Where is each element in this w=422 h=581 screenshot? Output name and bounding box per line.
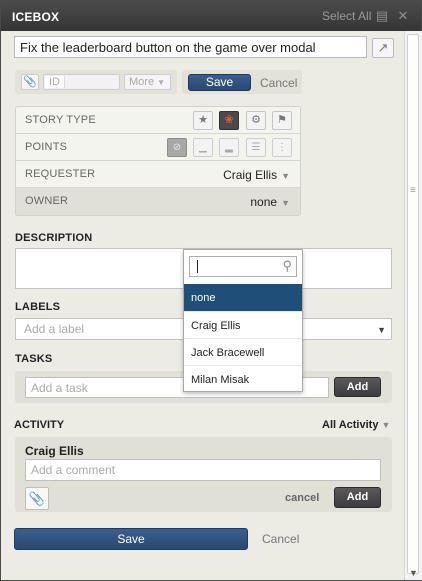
owner-select[interactable]: none ▼ <box>250 195 290 209</box>
chevron-down-icon: ▼ <box>281 171 290 181</box>
owner-label: OWNER <box>25 195 69 207</box>
save-button[interactable]: Save <box>188 74 251 91</box>
description-title: DESCRIPTION <box>15 232 93 244</box>
footer-cancel-link[interactable]: Cancel <box>262 532 299 546</box>
bug-icon[interactable]: ❀ <box>219 111 239 130</box>
story-type-label: STORY TYPE <box>25 114 96 126</box>
labels-title: LABELS <box>15 301 61 313</box>
release-flag-icon[interactable]: ⚑ <box>272 111 292 130</box>
search-icon: ⚲ <box>282 258 292 273</box>
points-label: POINTS <box>25 141 68 153</box>
five-points-icon[interactable]: ⋮ <box>272 138 292 157</box>
add-task-button[interactable]: Add <box>334 377 381 397</box>
comment-cancel-link[interactable]: cancel <box>285 492 319 504</box>
three-points-icon[interactable]: ☰ <box>246 138 266 157</box>
points-row: POINTS ⊘ ▁ ▂ ☰ ⋮ <box>16 134 300 161</box>
scrollbar[interactable]: ≡ ▼ <box>404 31 422 580</box>
comment-author: Craig Ellis <box>25 444 84 458</box>
unestimated-points-icon[interactable]: ⊘ <box>167 138 187 157</box>
id-label: ID <box>45 76 65 88</box>
owner-search-input[interactable]: ⚲ <box>189 256 297 277</box>
activity-title: ACTIVITY <box>14 419 65 431</box>
owner-option-craig-ellis[interactable]: Craig Ellis <box>184 311 302 338</box>
chevron-down-icon: ▼ <box>281 198 290 208</box>
collapse-icon[interactable]: ▤ <box>374 9 390 23</box>
chevron-down-icon: ▼ <box>157 78 166 87</box>
requester-row[interactable]: REQUESTER Craig Ellis ▼ <box>16 161 300 188</box>
story-summary-input[interactable]: Fix the leaderboard button on the game o… <box>14 36 367 58</box>
comment-area: Craig Ellis Add a comment 📎 cancel Add <box>15 437 392 512</box>
chore-gear-icon[interactable]: ⚙ <box>246 111 266 130</box>
text-cursor <box>197 260 198 273</box>
owner-dropdown: ⚲ none Craig Ellis Jack Bracewell Milan … <box>183 249 303 392</box>
expand-icon[interactable]: ↗ <box>372 38 394 58</box>
requester-value: Craig Ellis <box>223 168 278 182</box>
requester-select[interactable]: Craig Ellis ▼ <box>223 168 290 182</box>
paperclip-icon[interactable]: 📎 <box>25 487 49 510</box>
labels-placeholder: Add a label <box>24 322 85 336</box>
footer-save-button[interactable]: Save <box>14 528 248 550</box>
two-points-icon[interactable]: ▂ <box>219 138 239 157</box>
story-panel: ICEBOX Select All ▤ ✕ Fix the leaderboar… <box>0 0 422 581</box>
select-all-link[interactable]: Select All <box>322 9 371 23</box>
close-icon[interactable]: ✕ <box>395 9 411 23</box>
activity-filter-label: All Activity <box>322 419 379 431</box>
chevron-down-icon[interactable]: ▼ <box>377 325 386 335</box>
scroll-down-icon[interactable]: ▼ <box>409 568 418 578</box>
feature-star-icon[interactable]: ★ <box>193 111 213 130</box>
requester-label: REQUESTER <box>25 168 96 180</box>
one-point-icon[interactable]: ▁ <box>193 138 213 157</box>
owner-row[interactable]: OWNER none ▼ <box>16 188 300 215</box>
add-comment-button[interactable]: Add <box>334 487 381 508</box>
story-content: Fix the leaderboard button on the game o… <box>2 31 404 580</box>
comment-input[interactable]: Add a comment <box>25 459 381 481</box>
owner-option-none[interactable]: none <box>184 284 302 311</box>
more-button[interactable]: More ▼ <box>124 74 171 90</box>
panel-header: ICEBOX Select All ▤ ✕ <box>1 1 421 31</box>
cancel-link[interactable]: Cancel <box>260 76 297 90</box>
owner-option-milan-misak[interactable]: Milan Misak <box>184 365 302 392</box>
story-id-field[interactable]: ID <box>43 74 120 90</box>
story-properties: STORY TYPE ★ ❀ ⚙ ⚑ POINTS ⊘ ▁ ▂ ☰ ⋮ REQU… <box>15 106 301 216</box>
more-label: More <box>129 76 155 88</box>
paperclip-icon[interactable]: 📎 <box>21 74 39 90</box>
owner-option-jack-bracewell[interactable]: Jack Bracewell <box>184 338 302 365</box>
story-actions-left: 📎 ID More ▼ <box>15 70 177 94</box>
activity-filter[interactable]: All Activity ▼ <box>322 419 390 431</box>
story-type-row: STORY TYPE ★ ❀ ⚙ ⚑ <box>16 107 300 134</box>
owner-value: none <box>250 195 278 209</box>
scrollbar-thumb[interactable] <box>407 34 419 574</box>
chevron-down-icon: ▼ <box>381 420 391 430</box>
scrollbar-grip-icon: ≡ <box>410 185 416 196</box>
tasks-title: TASKS <box>15 353 53 365</box>
panel-title: ICEBOX <box>12 10 60 24</box>
story-actions-right: Save Cancel <box>182 70 302 94</box>
